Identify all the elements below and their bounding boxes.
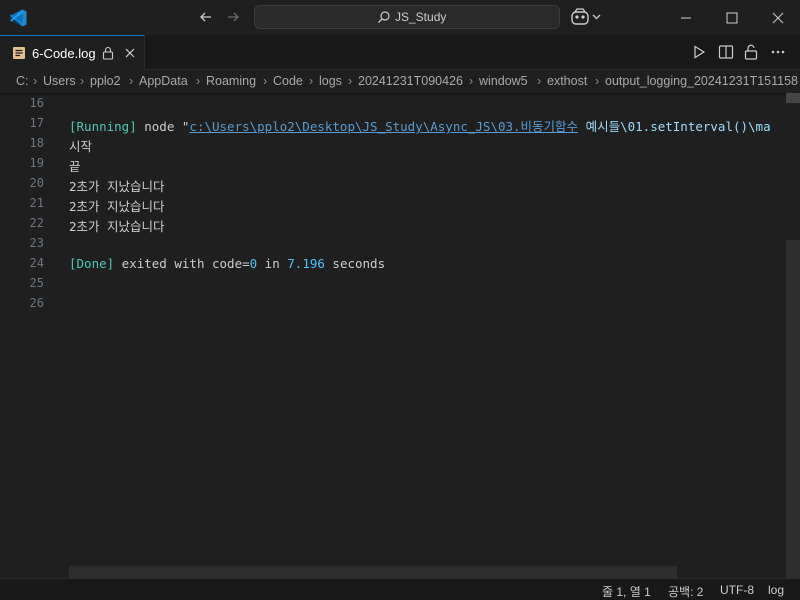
code-token: 2초가 지났습니다 <box>69 219 165 234</box>
run-icon[interactable] <box>692 45 706 59</box>
breadcrumb-item[interactable]: C: <box>16 74 29 88</box>
title-bar: JS_Study <box>0 0 800 35</box>
code-line[interactable]: 2초가 지났습니다 <box>69 216 165 235</box>
chevron-right-icon: › <box>196 74 201 88</box>
code-line[interactable]: 2초가 지났습니다 <box>69 176 165 195</box>
code-token: [Done] <box>69 256 115 271</box>
code-line[interactable]: 2초가 지났습니다 <box>69 196 165 215</box>
unlock-icon[interactable] <box>744 44 758 60</box>
arrow-left-icon[interactable] <box>198 9 214 25</box>
lock-icon <box>102 46 114 60</box>
more-icon[interactable] <box>770 45 786 59</box>
line-number: 25 <box>29 276 44 290</box>
maximize-icon[interactable] <box>718 9 746 27</box>
code-token: 예시들\01.setInterval()\ma <box>578 119 771 134</box>
chevron-right-icon: › <box>348 74 353 88</box>
code-line[interactable]: [Done] exited with code=0 in 7.196 secon… <box>69 256 385 271</box>
breadcrumb-item[interactable]: logs <box>319 74 342 88</box>
close-icon[interactable] <box>764 9 792 27</box>
command-center-search[interactable]: JS_Study <box>254 5 560 29</box>
scrollbar-thumb[interactable] <box>786 240 800 578</box>
chevron-right-icon: › <box>33 74 38 88</box>
line-number: 24 <box>29 256 44 270</box>
line-number: 19 <box>29 156 44 170</box>
breadcrumb-item[interactable]: AppData <box>139 74 188 88</box>
code-token: [Running] <box>69 119 137 134</box>
code-line[interactable]: 시작 <box>69 136 92 155</box>
code-line[interactable]: 끝 <box>69 156 81 175</box>
encoding-status[interactable]: UTF-8 <box>720 583 754 597</box>
tab-label: 6-Code.log <box>32 46 96 61</box>
code-line[interactable]: [Running] node "c:\Users\pplo2\Desktop\J… <box>69 116 771 135</box>
code-token: 2초가 지났습니다 <box>69 179 165 194</box>
line-number: 20 <box>29 176 44 190</box>
language-mode[interactable]: log <box>768 583 784 597</box>
minimize-icon[interactable] <box>672 9 700 27</box>
breadcrumb-item[interactable]: Users <box>43 74 76 88</box>
chevron-right-icon: › <box>309 74 314 88</box>
line-number: 21 <box>29 196 44 210</box>
copilot-icon[interactable] <box>570 8 604 26</box>
chevron-right-icon: › <box>80 74 85 88</box>
line-number: 16 <box>29 96 44 110</box>
line-number: 23 <box>29 236 44 250</box>
code-token: exited with code= <box>114 256 250 271</box>
breadcrumb-item[interactable]: window5 <box>479 74 528 88</box>
arrow-right-icon[interactable] <box>225 9 241 25</box>
code-token: 끝 <box>69 159 81 174</box>
tab-6-code-log[interactable]: 6-Code.log <box>0 35 145 70</box>
file-path-link[interactable]: c:\Users\pplo2\Desktop\JS_Study\Async_JS… <box>189 119 578 134</box>
chevron-right-icon: › <box>263 74 268 88</box>
editor-tab-bar: 6-Code.log <box>0 35 800 70</box>
split-editor-icon[interactable] <box>718 45 734 59</box>
breadcrumb-item[interactable]: exthost <box>547 74 587 88</box>
horizontal-scrollbar[interactable] <box>69 566 677 578</box>
status-bar: 줄 1, 열 1 공백: 2 UTF-8 log <box>0 578 800 600</box>
code-token: seconds <box>324 256 386 271</box>
editor-area[interactable]: 16 17 18 19 20 21 22 23 24 25 26 [Running] node "c… <box>0 93 800 578</box>
code-token: 시작 <box>69 139 93 154</box>
scrollbar-position-marker <box>786 93 800 103</box>
breadcrumb-item[interactable]: 20241231T090426 <box>358 74 463 88</box>
indentation-status[interactable]: 공백: 2 <box>668 583 703 600</box>
command-center-label: JS_Study <box>395 10 447 24</box>
vscode-logo[interactable] <box>8 8 28 28</box>
chevron-right-icon: › <box>469 74 474 88</box>
code-token: node " <box>136 119 190 134</box>
chevron-right-icon: › <box>537 74 542 88</box>
code-token: 2초가 지났습니다 <box>69 199 165 214</box>
log-file-icon <box>13 47 25 59</box>
breadcrumb-item[interactable]: Code <box>273 74 303 88</box>
code-token: in <box>257 256 288 271</box>
editor-scroll-shadow <box>0 93 800 96</box>
line-number: 26 <box>29 296 44 310</box>
cursor-position[interactable]: 줄 1, 열 1 <box>602 583 651 600</box>
line-number: 18 <box>29 136 44 150</box>
vertical-scrollbar[interactable] <box>786 93 800 578</box>
line-number: 22 <box>29 216 44 230</box>
close-icon[interactable] <box>124 47 136 59</box>
chevron-right-icon: › <box>129 74 134 88</box>
search-icon <box>378 11 390 23</box>
breadcrumb-item[interactable]: pplo2 <box>90 74 121 88</box>
code-token: 7.196 <box>287 256 325 271</box>
breadcrumb-item[interactable]: output_logging_20241231T151158 <box>605 74 798 88</box>
line-number: 17 <box>29 116 44 130</box>
breadcrumb-item[interactable]: Roaming <box>206 74 256 88</box>
breadcrumb: C: › Users › pplo2 › AppData › Roaming ›… <box>0 71 800 93</box>
chevron-right-icon: › <box>595 74 600 88</box>
